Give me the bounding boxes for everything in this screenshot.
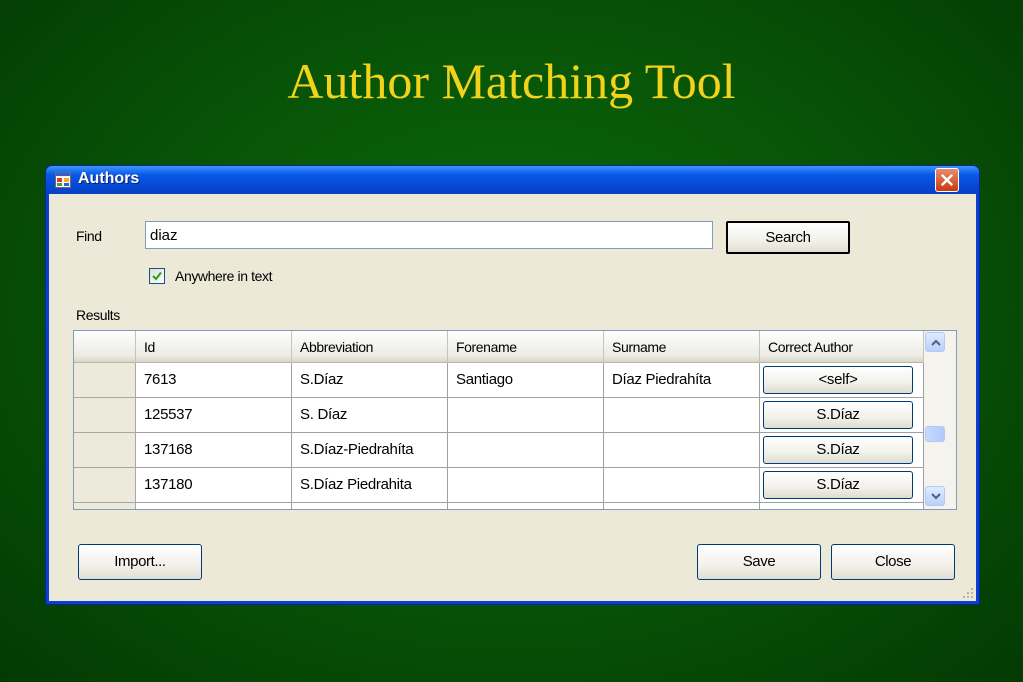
row-header[interactable] (74, 433, 136, 468)
cell-id[interactable]: 137180 (136, 468, 292, 503)
import-button[interactable]: Import... (78, 544, 202, 580)
cell-surname[interactable] (604, 503, 760, 509)
cell-abbreviation[interactable] (292, 503, 448, 509)
column-header-forename[interactable]: Forename (448, 331, 604, 363)
cell-forename[interactable] (448, 433, 604, 468)
column-header-surname[interactable]: Surname (604, 331, 760, 363)
cell-forename[interactable] (448, 398, 604, 433)
save-button[interactable]: Save (697, 544, 821, 580)
cell-forename[interactable]: Santiago (448, 363, 604, 398)
cell-forename[interactable] (448, 468, 604, 503)
slide-title: Author Matching Tool (287, 53, 736, 109)
row-header[interactable] (74, 503, 136, 509)
scroll-down-button[interactable] (925, 486, 945, 506)
row-header[interactable] (74, 363, 136, 398)
results-label: Results (76, 307, 120, 323)
title-bar[interactable]: Authors (46, 166, 979, 194)
scroll-up-button[interactable] (925, 332, 945, 352)
cell-abbreviation[interactable]: S. Díaz (292, 398, 448, 433)
chevron-up-icon (931, 339, 941, 346)
find-input[interactable] (145, 221, 713, 249)
cell-correct-author: <self> (760, 363, 924, 398)
cell-surname[interactable] (604, 468, 760, 503)
correct-author-button[interactable]: <self> (763, 366, 913, 394)
cell-forename[interactable] (448, 503, 604, 509)
row-header[interactable] (74, 398, 136, 433)
correct-author-button[interactable]: S.Díaz (763, 471, 913, 499)
cell-correct-author: S.Díaz (760, 468, 924, 503)
cell-abbreviation[interactable]: S.Díaz (292, 363, 448, 398)
correct-author-button[interactable]: S.Díaz (763, 436, 913, 464)
cell-id[interactable]: 125537 (136, 398, 292, 433)
window-close-button[interactable] (935, 168, 959, 192)
grid-vertical-scrollbar[interactable] (924, 331, 956, 509)
dialog-client-area: Find Search Anywhere in text Results Id … (49, 194, 976, 601)
find-label: Find (76, 228, 102, 244)
cell-surname[interactable]: Díaz Piedrahíta (604, 363, 760, 398)
column-header-id[interactable]: Id (136, 331, 292, 363)
cell-surname[interactable] (604, 398, 760, 433)
checkmark-icon (152, 271, 162, 281)
column-header-abbreviation[interactable]: Abbreviation (292, 331, 448, 363)
close-button[interactable]: Close (831, 544, 955, 580)
cell-correct-author: S.Díaz (760, 398, 924, 433)
cell-abbreviation[interactable]: S.Díaz Piedrahita (292, 468, 448, 503)
correct-author-button[interactable]: S.Díaz (763, 401, 913, 429)
cell-correct-author[interactable] (760, 503, 924, 509)
search-button[interactable]: Search (726, 221, 850, 254)
chevron-down-icon (931, 493, 941, 500)
cell-surname[interactable] (604, 433, 760, 468)
close-x-icon (941, 174, 953, 186)
row-header[interactable] (74, 468, 136, 503)
cell-id[interactable] (136, 503, 292, 509)
anywhere-checkbox[interactable] (149, 268, 165, 284)
cell-abbreviation[interactable]: S.Díaz-Piedrahíta (292, 433, 448, 468)
resize-grip-icon[interactable] (962, 587, 974, 599)
window-app-icon (55, 172, 71, 188)
column-header-correct-author[interactable]: Correct Author (760, 331, 924, 363)
anywhere-label[interactable]: Anywhere in text (175, 268, 273, 284)
scroll-thumb[interactable] (925, 426, 945, 442)
window-title: Authors (78, 170, 140, 187)
cell-id[interactable]: 137168 (136, 433, 292, 468)
results-grid: Id Abbreviation Forename Surname Correct… (73, 330, 957, 510)
authors-window: Authors Find Search Anywhere in text Res… (46, 166, 979, 604)
cell-correct-author: S.Díaz (760, 433, 924, 468)
cell-id[interactable]: 7613 (136, 363, 292, 398)
grid-corner-header[interactable] (74, 331, 136, 363)
